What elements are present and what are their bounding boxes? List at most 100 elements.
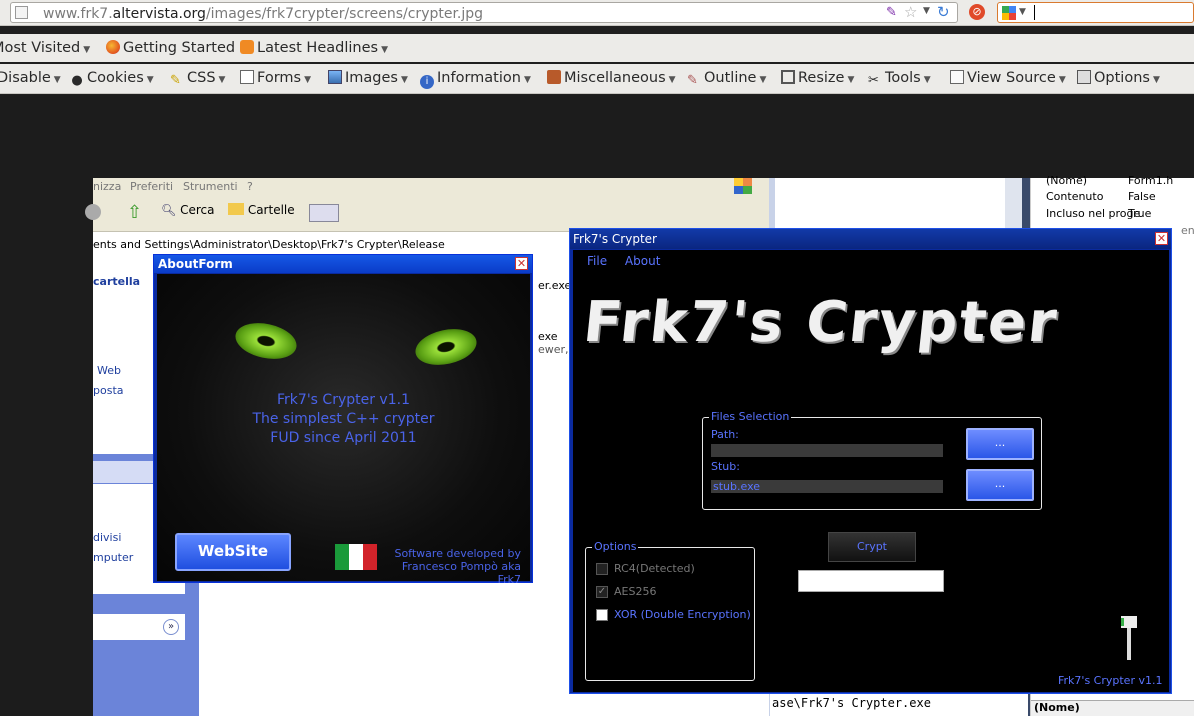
- crypt-button[interactable]: Crypt: [828, 532, 916, 562]
- about-fud: FUD since April 2011: [270, 430, 417, 446]
- cat-eye-right: [412, 323, 480, 371]
- output-path-text: ase\Frk7's Crypter.exe: [770, 694, 1028, 716]
- search-button[interactable]: 🔍︎ Cerca: [161, 203, 214, 217]
- xor-label: XOR (Double Encryption): [614, 608, 751, 621]
- task-link[interactable]: cartella: [93, 275, 140, 288]
- crypter-content: File About Frk7's Crypter Files Selectio…: [573, 250, 1169, 692]
- dev-css[interactable]: ✎ CSS ▼: [170, 70, 225, 88]
- page-icon: [15, 6, 28, 19]
- about-close-button[interactable]: ✕: [515, 257, 528, 270]
- resize-icon: [781, 70, 795, 84]
- options-icon: [1077, 70, 1091, 84]
- options-group-title: Options: [592, 540, 639, 553]
- prop-description: (Nome): [1031, 700, 1194, 716]
- dev-outline[interactable]: ✎ Outline ▼: [687, 70, 766, 88]
- folder-icon: [228, 203, 244, 215]
- reload-icon[interactable]: ↻: [937, 3, 950, 21]
- menu-about[interactable]: About: [625, 254, 660, 268]
- about-titlebar: AboutForm: [154, 255, 532, 273]
- dev-options[interactable]: Options ▼: [1077, 70, 1160, 86]
- stop-icon[interactable]: ⊘: [969, 4, 985, 20]
- bookmark-getting-started[interactable]: Getting Started: [106, 40, 235, 56]
- bookmarks-toolbar: Most Visited ▼ Getting Started Latest Hea…: [0, 34, 1194, 62]
- task-link[interactable]: Web: [97, 364, 121, 377]
- path-input[interactable]: [711, 444, 943, 457]
- prop-row[interactable]: Contenuto False: [1046, 190, 1186, 203]
- browse-path-button[interactable]: ...: [966, 428, 1034, 460]
- crypter-version: Frk7's Crypter v1.1: [1058, 674, 1163, 687]
- search-engine-dropdown-icon[interactable]: ▼: [1019, 7, 1026, 17]
- about-tagline: The simplest C++ crypter: [252, 411, 435, 427]
- task-link[interactable]: divisi: [93, 531, 121, 544]
- dev-resize[interactable]: Resize ▼: [781, 70, 854, 86]
- menu-item[interactable]: ?: [247, 180, 253, 193]
- firefox-icon: [106, 40, 120, 54]
- toolbox-icon: [547, 70, 561, 84]
- crypter-close-button[interactable]: ✕: [1155, 232, 1168, 245]
- url-dropdown-icon[interactable]: ▼: [923, 6, 930, 16]
- task-panel-details: »: [93, 614, 185, 640]
- form-icon: [240, 70, 254, 84]
- folders-button[interactable]: Cartelle: [228, 203, 295, 217]
- about-version: Frk7's Crypter v1.1: [277, 392, 410, 408]
- cat-eye-left: [232, 317, 300, 365]
- menu-item[interactable]: nizza: [93, 180, 121, 193]
- stub-input[interactable]: stub.exe: [711, 480, 943, 493]
- prop-row[interactable]: Incluso nel proge True: [1046, 207, 1186, 220]
- crypter-menubar: File About: [587, 254, 660, 268]
- options-group: Options RC4(Detected) ✓ AES256 XOR (Doub…: [585, 540, 755, 681]
- search-input[interactable]: ▼: [997, 2, 1194, 23]
- up-folder-icon[interactable]: ⇧: [127, 202, 147, 223]
- file-name[interactable]: exe: [538, 330, 558, 343]
- task-link[interactable]: posta: [93, 384, 124, 397]
- views-button[interactable]: [309, 204, 339, 222]
- rc4-checkbox[interactable]: [596, 563, 608, 575]
- path-label: Path:: [711, 428, 739, 441]
- pen-icon: ✎: [687, 73, 698, 88]
- tools-icon: ✂: [868, 73, 879, 88]
- text-cursor: [1034, 5, 1035, 20]
- dev-images[interactable]: Images ▼: [328, 70, 408, 86]
- italy-flag-icon: [335, 544, 377, 570]
- url-input[interactable]: www.frk7.altervista.org/images/frk7crypt…: [10, 2, 958, 23]
- bookmark-latest-headlines[interactable]: Latest Headlines ▼: [240, 40, 388, 56]
- menu-file[interactable]: File: [587, 254, 607, 268]
- prop-row[interactable]: (Nome) Form1.h: [1046, 174, 1186, 187]
- back-icon[interactable]: [85, 204, 101, 220]
- browse-stub-button[interactable]: ...: [966, 469, 1034, 501]
- dev-disable[interactable]: Disable ▼: [0, 70, 61, 86]
- website-button[interactable]: WebSite: [175, 533, 291, 571]
- crypter-window: Frk7's Crypter ✕ File About Frk7's Crypt…: [569, 228, 1172, 694]
- file-name[interactable]: er.exe: [538, 279, 571, 292]
- explorer-menubar: nizza Preferiti Strumenti ?: [93, 178, 769, 196]
- dev-miscellaneous[interactable]: Miscellaneous ▼: [547, 70, 676, 86]
- stub-label: Stub:: [711, 460, 740, 473]
- dev-forms[interactable]: Forms ▼: [240, 70, 311, 86]
- bookmark-star-icon[interactable]: ☆: [904, 3, 917, 21]
- bookmark-most-visited[interactable]: Most Visited ▼: [0, 40, 90, 56]
- dev-cookies[interactable]: ● Cookies ▼: [70, 70, 153, 88]
- browser-url-row: www.frk7.altervista.org/images/frk7crypt…: [0, 0, 1194, 26]
- hammer-icon: [1121, 616, 1137, 660]
- about-title: AboutForm: [158, 257, 233, 271]
- feather-icon[interactable]: ✎: [886, 5, 897, 20]
- menu-item[interactable]: Strumenti: [183, 180, 238, 193]
- xor-checkbox[interactable]: [596, 609, 608, 621]
- files-selection-group: Files Selection Path: Stub: stub.exe ...…: [702, 410, 1042, 510]
- about-window: AboutForm ✕ Frk7's Crypter v1.1 The simp…: [153, 254, 533, 586]
- chevron-down-icon[interactable]: »: [163, 619, 179, 635]
- dev-information[interactable]: i Information ▼: [420, 70, 531, 89]
- explorer-toolbar: ⇧ 🔍︎ Cerca Cartelle: [85, 196, 769, 232]
- dev-view-source[interactable]: View Source ▼: [950, 70, 1066, 86]
- crypter-title: Frk7's Crypter: [573, 232, 657, 246]
- rss-icon: [240, 40, 254, 54]
- image-icon: [328, 70, 342, 84]
- info-icon: i: [420, 75, 434, 89]
- menu-item[interactable]: Preferiti: [130, 180, 173, 193]
- dev-tools[interactable]: ✂ Tools ▼: [868, 70, 931, 88]
- crypter-titlebar: Frk7's Crypter: [570, 229, 1171, 249]
- rc4-label: RC4(Detected): [614, 562, 695, 575]
- aes-checkbox[interactable]: ✓: [596, 586, 608, 598]
- person-icon: ●: [71, 73, 83, 88]
- task-link[interactable]: mputer: [93, 551, 133, 564]
